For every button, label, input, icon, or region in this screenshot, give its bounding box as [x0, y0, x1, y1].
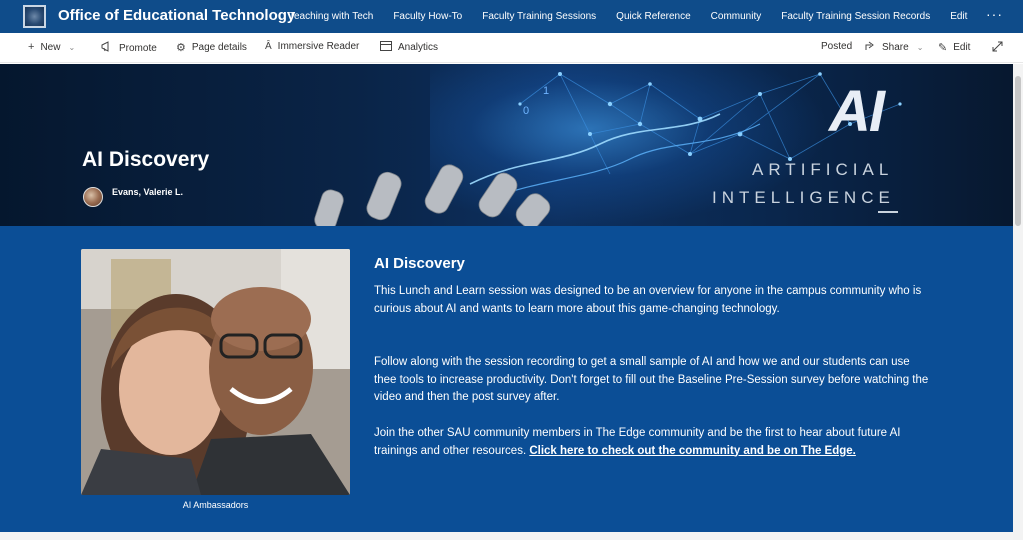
share-label: Share — [882, 42, 909, 53]
ai-ambassadors-photo — [81, 249, 350, 495]
hero-title: AI Discovery — [82, 148, 210, 171]
new-button[interactable]: + New ⌄ — [28, 41, 75, 53]
plus-icon: + — [28, 41, 35, 53]
page-bottom — [0, 532, 1013, 540]
immersive-reader-button[interactable]: Ȃ Immersive Reader — [265, 41, 359, 52]
author-avatar[interactable] — [83, 187, 103, 207]
expand-icon — [992, 41, 1003, 55]
analytics-icon — [380, 41, 392, 54]
paragraph-follow-along: Follow along with the session recording … — [374, 356, 929, 403]
more-options-icon[interactable]: ··· — [986, 6, 1003, 22]
page-details-label: Page details — [191, 42, 247, 53]
intelligence-text: INTELLIGENCE — [712, 188, 895, 207]
chevron-down-icon: ⌄ — [916, 43, 924, 52]
artificial-text: ARTIFICIAL — [752, 160, 894, 179]
edit-label: Edit — [953, 42, 971, 53]
immersive-reader-label: Immersive Reader — [277, 41, 360, 52]
share-icon — [865, 41, 876, 54]
expand-button[interactable] — [992, 41, 1009, 55]
immersive-reader-icon: Ȃ — [265, 41, 272, 52]
site-nav: Teaching with Tech Faculty How-To Facult… — [289, 11, 987, 22]
chevron-down-icon: ⌄ — [68, 42, 76, 52]
photo-caption: AI Ambassadors — [182, 500, 249, 510]
community-link[interactable]: Click here to check out the community an… — [529, 445, 856, 457]
edit-button[interactable]: ✎ Edit — [938, 41, 970, 54]
promote-button[interactable]: Promote — [101, 41, 157, 55]
command-bar: + New ⌄ Promote ⚙ Page details Ȃ Immers… — [0, 33, 1023, 63]
digit-one: 1 — [543, 85, 549, 97]
top-navigation-bar: Office of Educational Technology Teachin… — [0, 0, 1023, 33]
share-button[interactable]: Share ⌄ — [865, 41, 923, 54]
paragraph-overview: This Lunch and Learn session was designe… — [374, 285, 922, 315]
author-name[interactable]: Evans, Valerie L. — [112, 187, 183, 197]
pencil-icon: ✎ — [938, 42, 948, 54]
gear-icon: ⚙ — [176, 42, 186, 54]
site-title[interactable]: Office of Educational Technology — [58, 7, 295, 24]
posted-label: Posted — [821, 41, 853, 52]
nav-item-faculty-how-to[interactable]: Faculty How-To — [393, 11, 462, 22]
nav-item-quick-reference[interactable]: Quick Reference — [616, 11, 690, 22]
site-logo[interactable] — [23, 5, 46, 28]
analytics-button[interactable]: Analytics — [380, 41, 438, 54]
megaphone-icon — [101, 41, 113, 55]
intelligence-underline — [878, 211, 898, 213]
promote-label: Promote — [119, 42, 157, 54]
scrollbar-thumb[interactable] — [1015, 76, 1021, 226]
page-details-button[interactable]: ⚙ Page details — [176, 41, 247, 54]
nav-item-edit[interactable]: Edit — [950, 11, 967, 22]
nav-item-faculty-training-sessions[interactable]: Faculty Training Sessions — [482, 11, 596, 22]
ai-logo-text: AI — [829, 79, 885, 144]
nav-item-faculty-training-session-records[interactable]: Faculty Training Session Records — [781, 11, 930, 22]
new-label: New — [40, 41, 61, 53]
digit-zero: 0 — [523, 105, 529, 117]
paragraph-community: Join the other SAU community members in … — [374, 425, 929, 460]
content-title: AI Discovery — [374, 255, 465, 272]
page-scrollbar[interactable] — [1013, 64, 1023, 540]
analytics-label: Analytics — [398, 42, 439, 53]
nav-item-community[interactable]: Community — [711, 11, 762, 22]
nav-item-teaching-with-tech[interactable]: Teaching with Tech — [289, 11, 373, 22]
posted-status: Posted — [821, 41, 852, 52]
